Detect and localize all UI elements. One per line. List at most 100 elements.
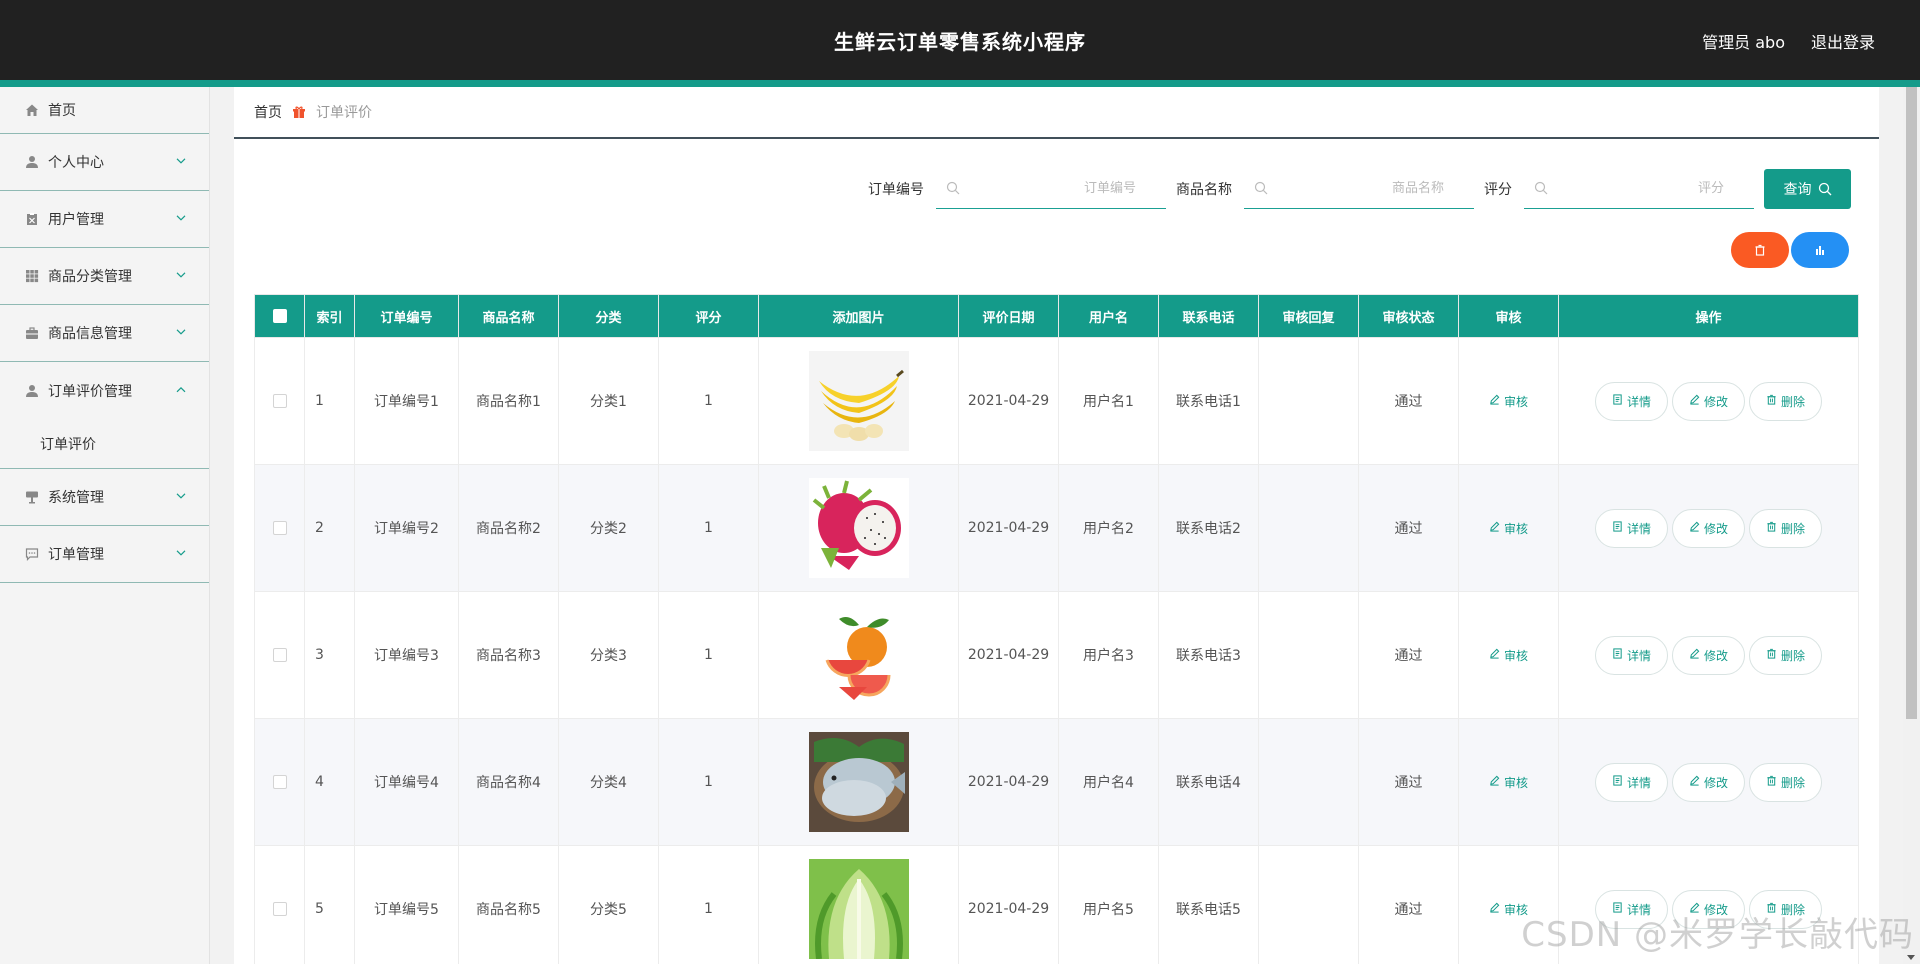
order-no-cell: 订单编号1: [354, 337, 459, 465]
sidebar-item-profile[interactable]: 个人中心: [0, 134, 209, 191]
actions-cell: 详情 修改 删除: [1558, 591, 1859, 719]
detail-button[interactable]: 详情: [1595, 635, 1668, 675]
search-icon: [1818, 182, 1831, 196]
bulk-delete-button[interactable]: [1731, 232, 1789, 268]
score-input[interactable]: [1524, 169, 1754, 208]
reply-cell: [1258, 591, 1359, 719]
delete-label: 删除: [1780, 775, 1805, 790]
reply-cell: [1258, 845, 1359, 964]
index-cell: 4: [304, 718, 355, 846]
status-cell: 通过: [1358, 591, 1459, 719]
row-checkbox[interactable]: [272, 521, 287, 535]
admin-user-label[interactable]: 管理员 abo: [1702, 29, 1785, 53]
cabbage-image: [759, 859, 958, 959]
phone-cell: 联系电话5: [1158, 845, 1259, 964]
audit-link[interactable]: 审核: [1489, 393, 1528, 410]
audit-link[interactable]: 审核: [1489, 647, 1528, 664]
watermark: CSDN @米罗学长敲代码: [1521, 915, 1914, 955]
sidebar-item-home[interactable]: 首页: [0, 87, 209, 134]
chevron-down-icon: [176, 215, 186, 221]
top-right-links: 管理员 abo 退出登录: [1702, 29, 1875, 53]
score-cell: 1: [658, 464, 759, 592]
score-cell: 1: [658, 718, 759, 846]
sidebar-subitem-order-review[interactable]: 订单评价: [0, 419, 209, 469]
edit-button[interactable]: 修改: [1672, 762, 1745, 802]
sidebar-item-system[interactable]: 系统管理: [0, 469, 209, 526]
delete-button[interactable]: 删除: [1749, 635, 1822, 675]
query-button[interactable]: 查询: [1764, 169, 1851, 209]
sidebar-item-label: 用户管理: [48, 212, 104, 228]
breadcrumb: 首页 订单评价: [234, 87, 1879, 139]
sidebar-item-orders[interactable]: 订单管理: [0, 526, 209, 583]
username-cell: 用户名4: [1058, 718, 1159, 846]
sidebar-item-product[interactable]: 商品信息管理: [0, 305, 209, 362]
product-name-input[interactable]: [1244, 169, 1474, 208]
vertical-scrollbar[interactable]: [1903, 87, 1920, 964]
delete-label: 删除: [1780, 648, 1805, 663]
sidebar-item-users[interactable]: 用户管理: [0, 191, 209, 248]
document-icon: [1612, 394, 1623, 408]
search-bar: 订单编号 商品名称 评分 查询: [868, 169, 1851, 209]
edit-button[interactable]: 修改: [1672, 635, 1745, 675]
row-checkbox[interactable]: [272, 902, 287, 916]
user-icon: [24, 383, 40, 399]
order-no-input[interactable]: [936, 169, 1166, 208]
edit-button[interactable]: 修改: [1672, 381, 1745, 421]
product-name-cell: 商品名称3: [458, 591, 559, 719]
document-icon: [1612, 775, 1623, 789]
row-select-cell: [254, 337, 305, 465]
row-checkbox[interactable]: [272, 648, 287, 662]
edit-icon: [1489, 775, 1500, 789]
detail-button[interactable]: 详情: [1595, 508, 1668, 548]
product-name-cell: 商品名称5: [458, 845, 559, 964]
column-header: 索引: [304, 294, 355, 338]
sidebar-item-review-management[interactable]: 订单评价管理: [0, 362, 209, 419]
detail-button[interactable]: 详情: [1595, 762, 1668, 802]
edit-button[interactable]: 修改: [1672, 508, 1745, 548]
delete-button[interactable]: 删除: [1749, 762, 1822, 802]
topbar-accent-line: [0, 80, 1920, 87]
review-table: 索引 订单编号 商品名称 分类 评分 添加图片 评价日期 用户名 联系电话 审核…: [254, 294, 1859, 964]
detail-button[interactable]: 详情: [1595, 381, 1668, 421]
row-checkbox[interactable]: [272, 775, 287, 789]
scrollbar-thumb[interactable]: [1906, 87, 1917, 719]
phone-cell: 联系电话2: [1158, 464, 1259, 592]
chevron-down-icon: [176, 550, 186, 556]
column-header: 评分: [658, 294, 759, 338]
date-cell: 2021-04-29: [958, 337, 1059, 465]
trash-icon: [1766, 648, 1777, 662]
audit-link[interactable]: 审核: [1489, 520, 1528, 537]
sidebar-item-category[interactable]: 商品分类管理: [0, 248, 209, 305]
sidebar: 首页 个人中心 用户管理 商品分类管理 商品信息管理 订单评价管理 订单评价 系…: [0, 87, 210, 964]
reply-cell: [1258, 464, 1359, 592]
index-cell: 1: [304, 337, 355, 465]
breadcrumb-home[interactable]: 首页: [254, 102, 282, 122]
column-header: 审核状态: [1358, 294, 1459, 338]
sign-icon: [24, 489, 40, 505]
sidebar-item-label: 商品信息管理: [48, 326, 132, 342]
edit-label: 修改: [1703, 648, 1728, 663]
delete-button[interactable]: 删除: [1749, 508, 1822, 548]
sidebar-item-label: 商品分类管理: [48, 269, 132, 285]
image-cell: [758, 591, 959, 719]
column-header: 审核回复: [1258, 294, 1359, 338]
app-title: 生鲜云订单零售系统小程序: [834, 30, 1086, 54]
status-cell: 通过: [1358, 464, 1459, 592]
image-cell: [758, 718, 959, 846]
row-checkbox[interactable]: [272, 394, 287, 408]
audit-label: 审核: [1503, 648, 1528, 663]
select-all-checkbox[interactable]: [272, 309, 287, 323]
audit-label: 审核: [1503, 394, 1528, 409]
statistics-button[interactable]: [1791, 232, 1849, 268]
briefcase-icon: [24, 325, 40, 341]
logout-link[interactable]: 退出登录: [1811, 29, 1875, 53]
row-select-cell: [254, 718, 305, 846]
banana-image: [759, 351, 958, 451]
audit-link[interactable]: 审核: [1489, 774, 1528, 791]
bulk-action-row: [1731, 232, 1849, 268]
edit-icon: [1689, 394, 1700, 408]
trash-icon: [1766, 394, 1777, 408]
score-cell: 1: [658, 337, 759, 465]
delete-button[interactable]: 删除: [1749, 381, 1822, 421]
username-cell: 用户名1: [1058, 337, 1159, 465]
